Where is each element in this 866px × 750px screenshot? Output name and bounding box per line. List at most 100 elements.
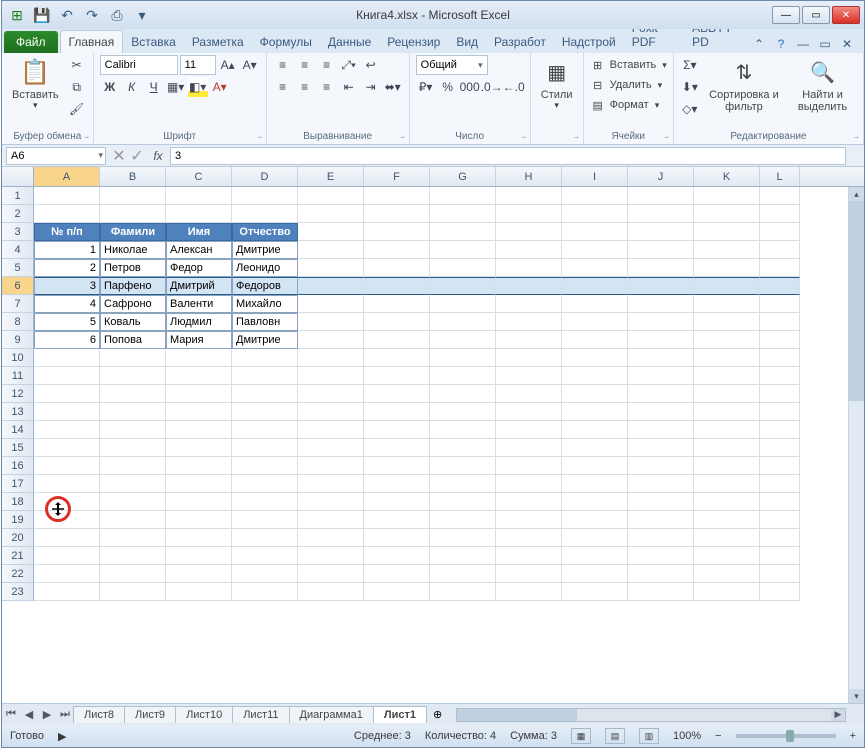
cell[interactable] [232,367,298,385]
cell[interactable]: 4 [34,295,100,313]
cell[interactable] [34,439,100,457]
cell[interactable] [430,493,496,511]
cell[interactable] [298,457,364,475]
cell[interactable] [760,241,800,259]
cell[interactable] [628,511,694,529]
cell[interactable] [298,565,364,583]
cell[interactable] [430,475,496,493]
cell[interactable] [430,259,496,277]
cell[interactable] [298,313,364,331]
cell[interactable] [100,439,166,457]
row-header[interactable]: 1 [2,187,34,205]
cell[interactable] [760,457,800,475]
cell[interactable] [364,493,430,511]
undo-icon[interactable]: ↶ [56,4,78,26]
cell[interactable] [496,349,562,367]
cell[interactable] [496,187,562,205]
cell[interactable]: Валенти [166,295,232,313]
cell[interactable] [760,475,800,493]
row-header[interactable]: 8 [2,313,34,331]
cell[interactable] [364,277,430,295]
cell[interactable] [364,367,430,385]
cell[interactable]: 5 [34,313,100,331]
cell[interactable] [628,457,694,475]
cell[interactable] [166,583,232,601]
cell[interactable] [232,583,298,601]
sheet-tab[interactable]: Лист1 [373,706,427,723]
merge-cells-icon[interactable]: ⬌▾ [383,77,403,97]
cell[interactable] [34,385,100,403]
cell[interactable] [364,205,430,223]
cell[interactable] [232,187,298,205]
cell[interactable] [232,421,298,439]
paste-button[interactable]: 📋 Вставить ▾ [8,55,63,113]
col-header-f[interactable]: F [364,167,430,186]
cell[interactable] [34,421,100,439]
increase-decimal-icon[interactable]: .0→ [482,77,502,97]
cell[interactable] [166,205,232,223]
cell[interactable] [166,547,232,565]
row-header[interactable]: 15 [2,439,34,457]
ribbon-minimize-icon[interactable]: ⌃ [750,35,768,53]
workbook-close-icon[interactable]: ✕ [838,35,856,53]
cell[interactable] [364,421,430,439]
cell[interactable] [34,403,100,421]
cell[interactable] [430,331,496,349]
tab-insert[interactable]: Вставка [123,31,184,53]
cell[interactable] [628,583,694,601]
row-header[interactable]: 2 [2,205,34,223]
cell[interactable] [628,331,694,349]
cell[interactable] [562,565,628,583]
sheet-tab[interactable]: Диаграмма1 [289,706,374,723]
cell[interactable] [760,583,800,601]
cell[interactable]: Сафроно [100,295,166,313]
font-name-combo[interactable]: Calibri [100,55,178,75]
cell[interactable] [562,205,628,223]
row-header[interactable]: 20 [2,529,34,547]
cell[interactable] [694,403,760,421]
new-sheet-icon[interactable]: ⊕ [427,708,448,721]
scroll-down-icon[interactable]: ▾ [849,689,864,703]
cell[interactable] [496,421,562,439]
cell[interactable] [100,349,166,367]
row-header[interactable]: 12 [2,385,34,403]
sheet-nav-prev-icon[interactable]: ◀ [20,708,38,721]
comma-icon[interactable]: 000 [460,77,480,97]
cell[interactable] [694,385,760,403]
cell[interactable] [100,583,166,601]
help-icon[interactable]: ? [772,35,790,53]
hscroll-thumb[interactable] [457,709,577,721]
col-header-i[interactable]: I [562,167,628,186]
cell[interactable] [364,475,430,493]
cell[interactable]: Федор [166,259,232,277]
cell[interactable] [430,511,496,529]
cell[interactable] [430,547,496,565]
cell[interactable] [760,421,800,439]
enter-formula-icon[interactable]: ✓ [128,146,146,166]
format-cells-button[interactable]: ▤Формат▾ [590,95,660,115]
cell[interactable]: Парфено [100,277,166,295]
cell[interactable] [100,421,166,439]
cell[interactable]: 3 [34,277,100,295]
cell[interactable]: Мария [166,331,232,349]
cell[interactable] [496,367,562,385]
row-header[interactable]: 5 [2,259,34,277]
shrink-font-icon[interactable]: A▾ [240,55,260,75]
cell[interactable] [232,493,298,511]
view-normal-icon[interactable]: ▦ [571,728,591,744]
row-header[interactable]: 9 [2,331,34,349]
cell[interactable] [364,439,430,457]
cell[interactable] [628,241,694,259]
cell[interactable] [760,385,800,403]
cell[interactable] [628,187,694,205]
col-header-c[interactable]: C [166,167,232,186]
cell[interactable] [628,439,694,457]
font-size-combo[interactable]: 11 [180,55,216,75]
cell[interactable] [100,529,166,547]
cell[interactable] [562,313,628,331]
align-right-icon[interactable]: ≡ [317,77,337,97]
cell[interactable] [298,583,364,601]
tab-developer[interactable]: Разработ [486,31,554,53]
cell[interactable] [562,367,628,385]
cell[interactable] [364,457,430,475]
